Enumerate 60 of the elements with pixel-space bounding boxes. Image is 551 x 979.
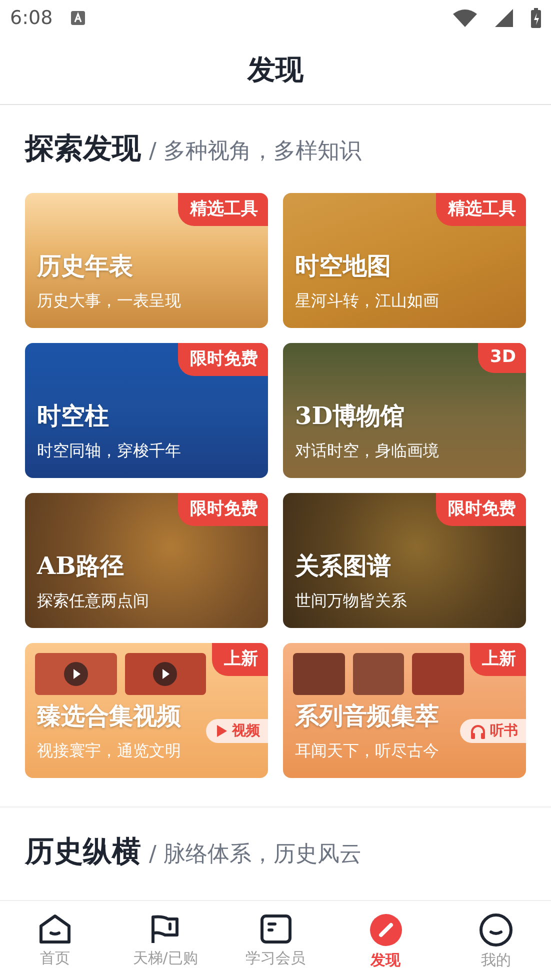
feature-card[interactable]: 限时免费 关系图谱 世间万物皆关系 [283,493,526,628]
tab-bar-item[interactable]: 我的 [440,901,551,979]
tab-bar-item[interactable]: 首页 [0,901,110,979]
compass-icon [368,913,403,947]
feature-card[interactable]: 上新 听书 系列音频集萃 耳闻天下，听尽古今 [283,643,526,778]
smiley-icon [478,913,513,947]
audiobook-cover[interactable] [352,653,404,695]
tab-bar-item[interactable]: 天梯/已购 [110,901,220,979]
section-subtitle: / 多种视角，多样知识 [149,138,362,166]
feature-card[interactable]: 上新 视频 臻选合集视频 视接寰宇，通览文明 [25,643,268,778]
card-badge: 精选工具 [436,193,526,226]
video-thumbnail[interactable] [124,653,206,695]
card-badge: 精选工具 [178,193,268,226]
card-subtitle: 星河斗转，江山如画 [295,291,440,312]
tab-bar-item[interactable]: 学习会员 [220,901,331,979]
card-title: 3D博物馆 [295,402,405,431]
card-subtitle: 历史大事，一表呈现 [37,291,182,312]
feature-card[interactable]: 精选工具 历史年表 历史大事，一表呈现 [25,193,268,328]
book-icon [258,913,292,945]
tab-bar-item[interactable]: 发现 [330,901,441,979]
headphones-icon [470,724,486,738]
battery-icon [531,8,541,28]
play-icon [216,724,228,738]
signal-icon [495,9,513,27]
card-badge: 限时免费 [436,493,526,526]
feature-card[interactable]: 3D 3D博物馆 对话时空，身临画境 [283,343,526,478]
media-tag-label: 视频 [232,722,260,740]
feature-card[interactable]: 精选工具 时空地图 星河斗转，江山如画 [283,193,526,328]
play-icon[interactable] [153,662,178,686]
home-icon [38,913,72,945]
card-badge: 上新 [470,643,526,676]
card-title: 时空地图 [295,252,391,281]
card-subtitle: 对话时空，身临画境 [295,441,440,462]
card-subtitle: 世间万物皆关系 [295,591,408,612]
card-title: 时空柱 [37,402,109,431]
play-icon[interactable] [64,662,88,686]
feature-card[interactable]: 限时免费 AB路径 探索任意两点间 [25,493,268,628]
card-badge: 上新 [212,643,268,676]
wifi-icon [453,9,477,27]
card-badge: 限时免费 [178,343,268,376]
status-time: 6:08 [10,7,53,29]
card-subtitle: 探索任意两点间 [37,591,150,612]
card-subtitle: 视接寰宇，通览文明 [37,741,182,762]
section-subtitle: / 脉络体系，历史风云 [149,841,362,869]
section-title: 历史纵横 [25,833,141,870]
card-title: 系列音频集萃 [295,702,439,731]
card-subtitle: 时空同轴，穿梭千年 [37,441,182,462]
card-subtitle: 耳闻天下，听尽古今 [295,741,440,762]
card-badge: 3D [478,343,526,373]
card-title: 历史年表 [37,252,133,281]
keyboard-notification-icon [70,11,85,25]
video-thumbnail[interactable] [35,653,116,695]
card-title: 关系图谱 [295,552,391,581]
feature-card[interactable]: 限时免费 时空柱 时空同轴，穿梭千年 [25,343,268,478]
card-title: 臻选合集视频 [37,702,181,731]
media-tag-label: 听书 [490,722,518,740]
card-badge: 限时免费 [178,493,268,526]
card-title: AB路径 [37,552,124,581]
section-title: 探索发现 [25,130,141,167]
page-title: 发现 [248,52,304,88]
